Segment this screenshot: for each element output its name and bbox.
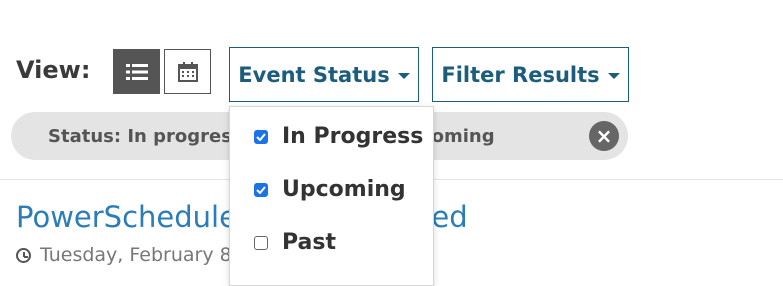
list-icon	[125, 63, 148, 80]
checkbox-past[interactable]	[254, 235, 268, 250]
filter-chip-in-progress[interactable]: Status: In progress	[48, 126, 243, 147]
close-icon[interactable]: ×	[589, 121, 619, 151]
event-status-dropdown[interactable]: Event Status	[229, 47, 419, 102]
menu-item-in-progress[interactable]: In Progress	[254, 124, 423, 149]
event-status-menu: In Progress Upcoming Past	[229, 106, 434, 286]
checkbox-in-progress[interactable]	[254, 129, 268, 144]
checkbox-upcoming[interactable]	[254, 182, 268, 197]
event-date: Tuesday, February 8,	[16, 244, 238, 266]
caret-down-icon	[607, 72, 620, 79]
filter-results-dropdown[interactable]: Filter Results	[432, 47, 629, 102]
event-status-label: Event Status	[238, 62, 390, 87]
caret-down-icon	[397, 72, 410, 79]
menu-item-upcoming[interactable]: Upcoming	[254, 177, 406, 202]
menu-item-label: In Progress	[282, 124, 424, 149]
calendar-view-button[interactable]	[164, 49, 211, 94]
event-date-text: Tuesday, February 8,	[40, 244, 238, 266]
calendar-icon	[177, 61, 198, 82]
clock-icon	[16, 247, 31, 263]
filter-results-label: Filter Results	[441, 62, 600, 87]
menu-item-label: Upcoming	[282, 177, 406, 202]
menu-item-past[interactable]: Past	[254, 230, 336, 255]
view-label: View:	[16, 56, 91, 84]
event-title[interactable]: PowerSchedule	[16, 200, 237, 234]
menu-item-label: Past	[282, 230, 336, 255]
list-view-button[interactable]	[113, 49, 160, 94]
